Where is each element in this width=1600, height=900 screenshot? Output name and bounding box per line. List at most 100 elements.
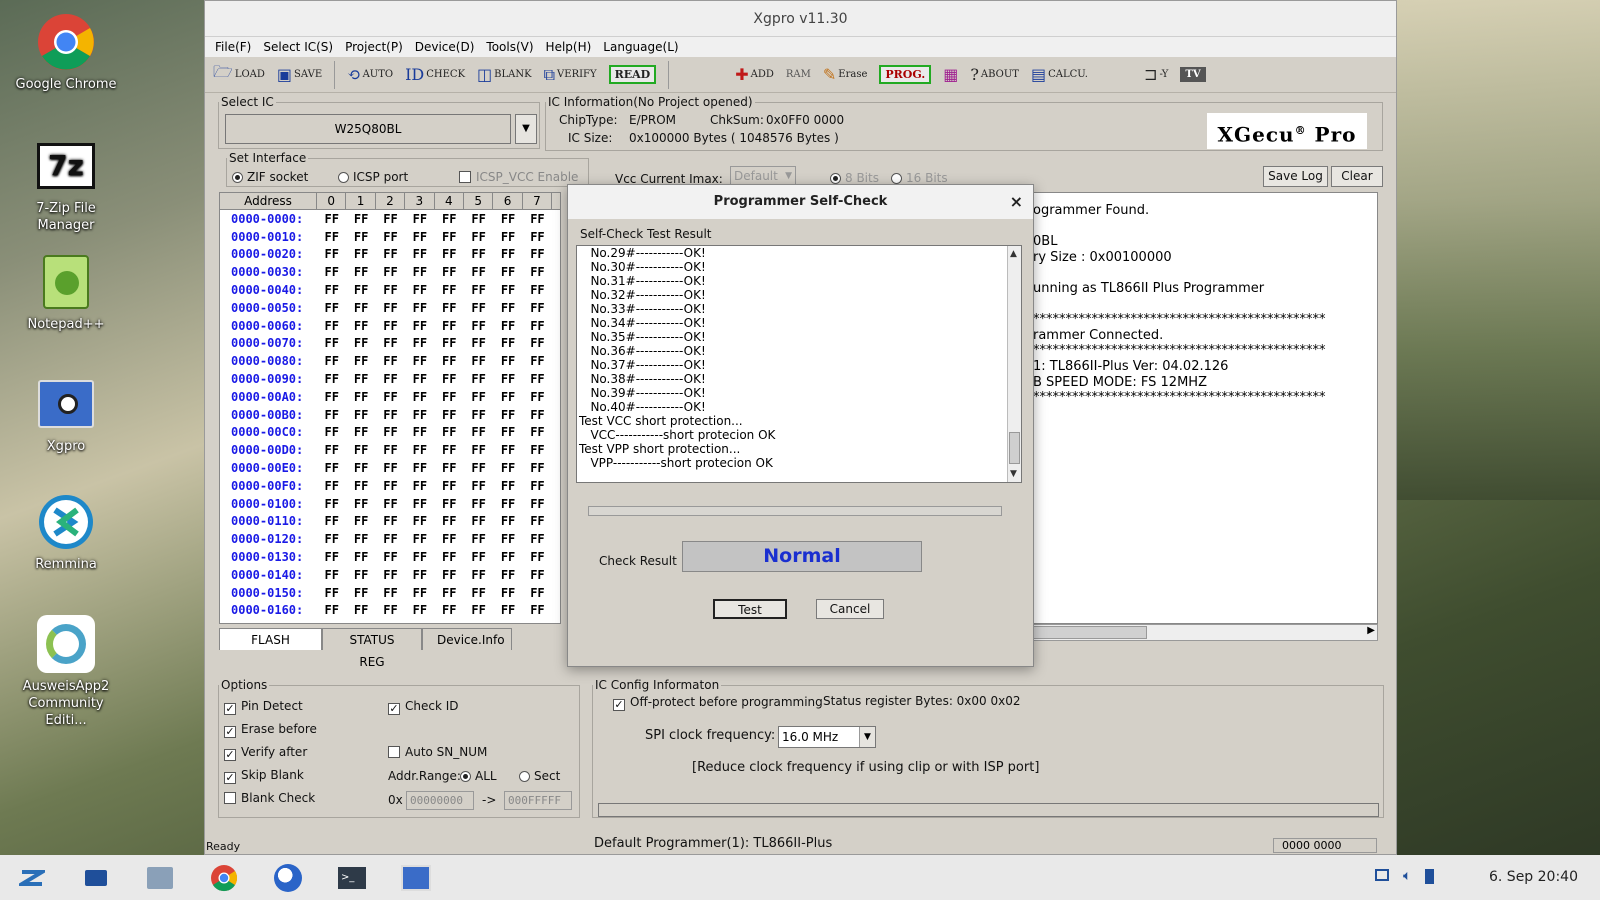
hex-cell[interactable]: FF: [523, 408, 552, 422]
hex-cell[interactable]: FF: [346, 621, 375, 623]
hex-cell[interactable]: FF: [464, 532, 493, 546]
hex-cell[interactable]: FF: [523, 461, 552, 475]
hex-cell[interactable]: FF: [405, 408, 434, 422]
hex-cell[interactable]: FF: [464, 319, 493, 333]
hex-cell[interactable]: FF: [435, 319, 464, 333]
hex-cell[interactable]: FF: [523, 497, 552, 511]
hex-cell[interactable]: FF: [464, 514, 493, 528]
desktop-icon-chrome[interactable]: Google Chrome: [8, 12, 124, 93]
desktop-icon-ausweisapp[interactable]: AusweisApp2 Community Editi...: [8, 614, 124, 729]
hex-cell[interactable]: FF: [523, 230, 552, 244]
read-button[interactable]: READ: [605, 60, 661, 90]
hex-cell[interactable]: FF: [493, 514, 522, 528]
hex-cell[interactable]: FF: [346, 283, 375, 297]
hex-cell[interactable]: FF: [523, 550, 552, 564]
hex-cell[interactable]: FF: [435, 336, 464, 350]
hex-cell[interactable]: FF: [405, 247, 434, 261]
hex-cell[interactable]: FF: [376, 319, 405, 333]
hex-cell[interactable]: FF: [435, 568, 464, 582]
menu-device[interactable]: Device(D): [409, 37, 481, 57]
hex-cell[interactable]: FF: [346, 247, 375, 261]
hex-cell[interactable]: FF: [346, 408, 375, 422]
hex-cell[interactable]: FF: [493, 532, 522, 546]
hex-cell[interactable]: FF: [493, 479, 522, 493]
hex-cell[interactable]: FF: [346, 550, 375, 564]
hex-cell[interactable]: FF: [346, 479, 375, 493]
hex-cell[interactable]: FF: [405, 497, 434, 511]
volume-icon[interactable]: 🔈︎: [1403, 869, 1411, 884]
hex-cell[interactable]: FF: [464, 265, 493, 279]
hex-cell[interactable]: FF: [376, 372, 405, 386]
hex-cell[interactable]: FF: [317, 621, 346, 623]
hex-cell[interactable]: FF: [317, 586, 346, 600]
hex-cell[interactable]: FF: [346, 443, 375, 457]
hex-cell[interactable]: FF: [405, 603, 434, 617]
load-button[interactable]: 🗁 LOAD: [209, 60, 269, 90]
hex-cell[interactable]: FF: [493, 301, 522, 315]
hex-cell[interactable]: FF: [317, 247, 346, 261]
hex-cell[interactable]: FF: [317, 408, 346, 422]
hex-cell[interactable]: FF: [464, 212, 493, 226]
desktop-icon-notepadpp[interactable]: Notepad++: [8, 252, 124, 333]
hex-cell[interactable]: FF: [493, 586, 522, 600]
hex-cell[interactable]: FF: [317, 301, 346, 315]
add-button[interactable]: ✚ ADD: [731, 60, 778, 90]
icsp-vcc-checkbox[interactable]: ICSP_VCC Enable: [459, 170, 578, 184]
hex-cell[interactable]: FF: [464, 586, 493, 600]
hex-cell[interactable]: FF: [317, 425, 346, 439]
prog-button[interactable]: PROG.: [875, 60, 935, 90]
hex-cell[interactable]: FF: [376, 408, 405, 422]
hex-cell[interactable]: FF: [405, 550, 434, 564]
hex-cell[interactable]: FF: [493, 461, 522, 475]
hex-cell[interactable]: FF: [376, 247, 405, 261]
hex-cell[interactable]: FF: [405, 265, 434, 279]
ram-button[interactable]: RAM: [782, 60, 815, 90]
hex-cell[interactable]: FF: [523, 425, 552, 439]
icsp-port-radio[interactable]: ICSP port: [338, 170, 408, 184]
hex-cell[interactable]: FF: [346, 425, 375, 439]
hex-cell[interactable]: FF: [464, 479, 493, 493]
hex-cell[interactable]: FF: [346, 586, 375, 600]
hex-cell[interactable]: FF: [493, 354, 522, 368]
arrow-down-icon[interactable]: ▼: [1010, 467, 1017, 481]
hex-cell[interactable]: FF: [523, 603, 552, 617]
hex-cell[interactable]: FF: [317, 354, 346, 368]
hex-cell[interactable]: FF: [464, 497, 493, 511]
hex-cell[interactable]: FF: [464, 425, 493, 439]
terminal-icon[interactable]: >_: [320, 855, 384, 900]
hex-cell[interactable]: FF: [376, 336, 405, 350]
hex-cell[interactable]: FF: [346, 532, 375, 546]
scroll-thumb[interactable]: [1009, 432, 1020, 464]
test-button[interactable]: Test: [713, 599, 787, 619]
erase-before-checkbox[interactable]: ✓ Erase before: [224, 722, 317, 738]
hex-cell[interactable]: FF: [346, 372, 375, 386]
hex-cell[interactable]: FF: [464, 247, 493, 261]
start-menu-icon[interactable]: [0, 855, 64, 900]
hex-cell[interactable]: FF: [435, 390, 464, 404]
xgpro-taskbar-icon[interactable]: [384, 855, 448, 900]
chrome-taskbar-icon[interactable]: [192, 855, 256, 900]
hex-cell[interactable]: FF: [523, 532, 552, 546]
hex-cell[interactable]: FF: [523, 265, 552, 279]
hex-cell[interactable]: FF: [493, 336, 522, 350]
hex-cell[interactable]: FF: [435, 230, 464, 244]
hex-cell[interactable]: FF: [376, 603, 405, 617]
hex-cell[interactable]: FF: [464, 390, 493, 404]
hex-cell[interactable]: FF: [464, 230, 493, 244]
hex-cell[interactable]: FF: [435, 354, 464, 368]
hex-cell[interactable]: FF: [317, 443, 346, 457]
auto-button[interactable]: ⟲ AUTO: [343, 60, 397, 90]
hex-cell[interactable]: FF: [435, 408, 464, 422]
hex-cell[interactable]: FF: [493, 443, 522, 457]
hex-cell[interactable]: FF: [317, 497, 346, 511]
hex-cell[interactable]: FF: [405, 390, 434, 404]
hex-cell[interactable]: FF: [435, 514, 464, 528]
hex-cell[interactable]: FF: [405, 514, 434, 528]
hex-cell[interactable]: FF: [523, 212, 552, 226]
skip-blank-checkbox[interactable]: ✓ Skip Blank: [224, 768, 304, 784]
hex-cell[interactable]: FF: [317, 532, 346, 546]
save-log-button[interactable]: Save Log: [1263, 166, 1328, 187]
hex-cell[interactable]: FF: [435, 265, 464, 279]
hex-cell[interactable]: FF: [464, 336, 493, 350]
thunderbird-icon[interactable]: [256, 855, 320, 900]
